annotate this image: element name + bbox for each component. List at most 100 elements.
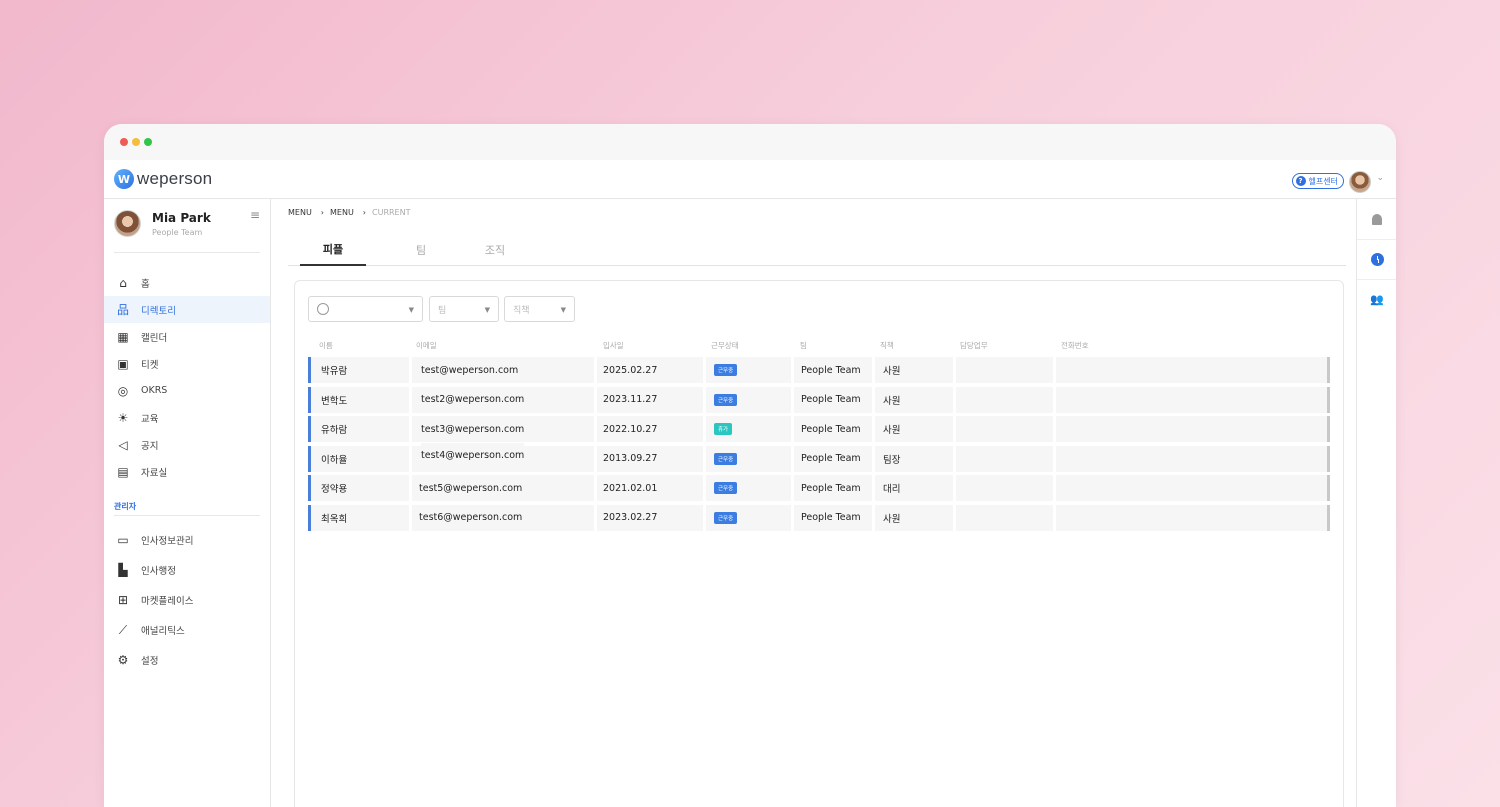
cell-email: test3@weperson.com [421, 416, 525, 443]
column-divider [1053, 357, 1056, 383]
sidebar-item-label: 공지 [141, 440, 159, 452]
tab-team[interactable]: 팀 [388, 233, 454, 266]
minimize-window-button[interactable] [132, 138, 140, 146]
column-divider [409, 416, 412, 443]
table-row[interactable]: 이하율 test4@weperson.com 2013.09.27 근무중 Pe… [308, 442, 1330, 472]
cell-joined: 2021.02.01 [603, 475, 658, 502]
sidebar-item-hr-info[interactable]: ▭ 인사정보관리 [104, 525, 270, 555]
line-chart-icon: ⟋ [118, 622, 128, 637]
main-content: MENU › MENU › CURRENT 피플 팀 조직 ▼ 팀 ▼ 직책 ▼ [271, 199, 1356, 807]
main-nav: ⌂ 홈 品 디렉토리 ▦ 캘린더 ▣ 티켓 ◎ OKRS ☀ 교육 ◁ 공지 ▤… [104, 269, 270, 485]
column-divider [953, 475, 956, 502]
team-filter-select[interactable]: 팀 ▼ [429, 296, 499, 322]
app-header: W weperson ? 헬프센터 ⌄ [104, 160, 1396, 199]
column-divider [703, 475, 706, 502]
sidebar: Mia Park People Team ≡ ⌂ 홈 品 디렉토리 ▦ 캘린더 … [104, 199, 271, 807]
sidebar-item-home[interactable]: ⌂ 홈 [104, 269, 270, 296]
menu-toggle-icon[interactable]: ≡ [250, 208, 260, 222]
column-header-duty[interactable]: 담당업무 [960, 340, 988, 351]
status-badge: 근무중 [714, 482, 738, 495]
column-header-email[interactable]: 이메일 [416, 340, 437, 351]
admin-nav: ▭ 인사정보관리 ▙ 인사행정 ⊞ 마켓플레이스 ⟋ 애널리틱스 ⚙ 설정 [104, 525, 270, 675]
people-icon[interactable]: 👥 [1369, 291, 1385, 307]
column-divider [703, 357, 706, 383]
id-card-folder-icon: ▭ [117, 533, 129, 547]
name-filter-select[interactable]: ▼ [308, 296, 423, 322]
maximize-window-button[interactable] [144, 138, 152, 146]
cell-name: 박유람 [321, 357, 348, 383]
column-divider [703, 416, 706, 443]
sidebar-item-analytics[interactable]: ⟋ 애널리틱스 [104, 615, 270, 645]
column-header-joined[interactable]: 입사일 [603, 340, 624, 351]
breadcrumb: MENU › MENU › CURRENT [288, 208, 410, 217]
sidebar-item-label: 홈 [141, 278, 150, 290]
column-header-team[interactable]: 팀 [800, 340, 807, 351]
column-divider [953, 445, 956, 472]
sidebar-item-label: 인사정보관리 [141, 536, 194, 547]
column-divider [791, 357, 794, 383]
sidebar-item-label: 캘린더 [141, 332, 168, 344]
sidebar-item-notice[interactable]: ◁ 공지 [104, 431, 270, 458]
cell-name: 변학도 [321, 386, 348, 413]
right-rail: 👥 [1356, 199, 1396, 807]
cell-email: test2@weperson.com [421, 386, 525, 413]
gear-icon: ⚙ [117, 653, 129, 667]
cell-position: 대리 [883, 475, 901, 502]
breadcrumb-item[interactable]: MENU [330, 208, 354, 217]
table-row[interactable]: 유하람 test3@weperson.com 2022.10.27 휴가 Peo… [308, 416, 1330, 443]
sidebar-item-calendar[interactable]: ▦ 캘린더 [104, 323, 270, 350]
admin-section-label: 관리자 [114, 502, 137, 511]
column-divider [953, 504, 956, 531]
column-divider [791, 504, 794, 531]
position-filter-select[interactable]: 직책 ▼ [504, 296, 575, 322]
column-header-name[interactable]: 이름 [319, 340, 333, 351]
column-divider [594, 357, 597, 383]
chevron-down-icon[interactable]: ⌄ [1376, 173, 1384, 183]
table-row[interactable]: 박유람 test@weperson.com 2025.02.27 근무중 Peo… [308, 357, 1330, 383]
table-row[interactable]: 변학도 test2@weperson.com 2023.11.27 근무중 Pe… [308, 386, 1330, 413]
cell-email: test@weperson.com [421, 357, 519, 383]
close-window-button[interactable] [120, 138, 128, 146]
sidebar-item-settings[interactable]: ⚙ 설정 [104, 645, 270, 675]
logo-icon: W [114, 169, 134, 189]
ticket-icon: ▣ [117, 356, 129, 371]
cell-status: 근무중 [714, 475, 738, 502]
sidebar-item-hr-admin[interactable]: ▙ 인사행정 [104, 555, 270, 585]
caret-down-icon: ▼ [484, 306, 490, 314]
header-avatar[interactable] [1349, 171, 1371, 193]
cell-position: 사원 [883, 386, 901, 413]
sidebar-item-directory[interactable]: 品 디렉토리 [104, 296, 270, 323]
divider [1357, 239, 1396, 240]
column-divider [1053, 475, 1056, 502]
tab-people[interactable]: 피플 [300, 233, 366, 266]
caret-down-icon: ▼ [408, 306, 414, 314]
table-row[interactable]: 최옥희 test6@weperson.com 2023.02.27 근무중 Pe… [308, 504, 1330, 531]
tab-organization[interactable]: 조직 [462, 233, 528, 266]
sidebar-item-archive[interactable]: ▤ 자료실 [104, 458, 270, 485]
bell-icon[interactable] [1369, 211, 1385, 227]
column-divider [594, 386, 597, 413]
sidebar-item-label: 설정 [141, 656, 159, 667]
breadcrumb-item[interactable]: MENU [288, 208, 312, 217]
sidebar-item-okrs[interactable]: ◎ OKRS [104, 377, 270, 404]
table-row[interactable]: 정약용 test5@weperson.com 2021.02.01 근무중 Pe… [308, 475, 1330, 502]
document-icon: ▙ [118, 563, 128, 577]
column-divider [791, 386, 794, 413]
cell-name: 최옥희 [321, 504, 348, 531]
cell-email: test4@weperson.com [421, 442, 525, 469]
logo[interactable]: W weperson [114, 169, 212, 189]
avatar[interactable] [114, 210, 141, 237]
sidebar-item-education[interactable]: ☀ 교육 [104, 404, 270, 431]
sidebar-item-marketplace[interactable]: ⊞ 마켓플레이스 [104, 585, 270, 615]
lightbulb-icon: ☀ [117, 410, 129, 425]
help-center-button[interactable]: ? 헬프센터 [1291, 173, 1344, 189]
column-divider [953, 357, 956, 383]
status-badge: 휴가 [714, 423, 733, 436]
logo-text: weperson [137, 169, 213, 188]
sidebar-item-ticket[interactable]: ▣ 티켓 [104, 350, 270, 377]
column-header-position[interactable]: 직책 [880, 340, 894, 351]
cell-status: 근무중 [714, 386, 738, 413]
column-header-phone[interactable]: 전화번호 [1061, 340, 1089, 351]
column-header-status[interactable]: 근무상태 [711, 340, 739, 351]
clock-icon[interactable] [1369, 251, 1385, 267]
